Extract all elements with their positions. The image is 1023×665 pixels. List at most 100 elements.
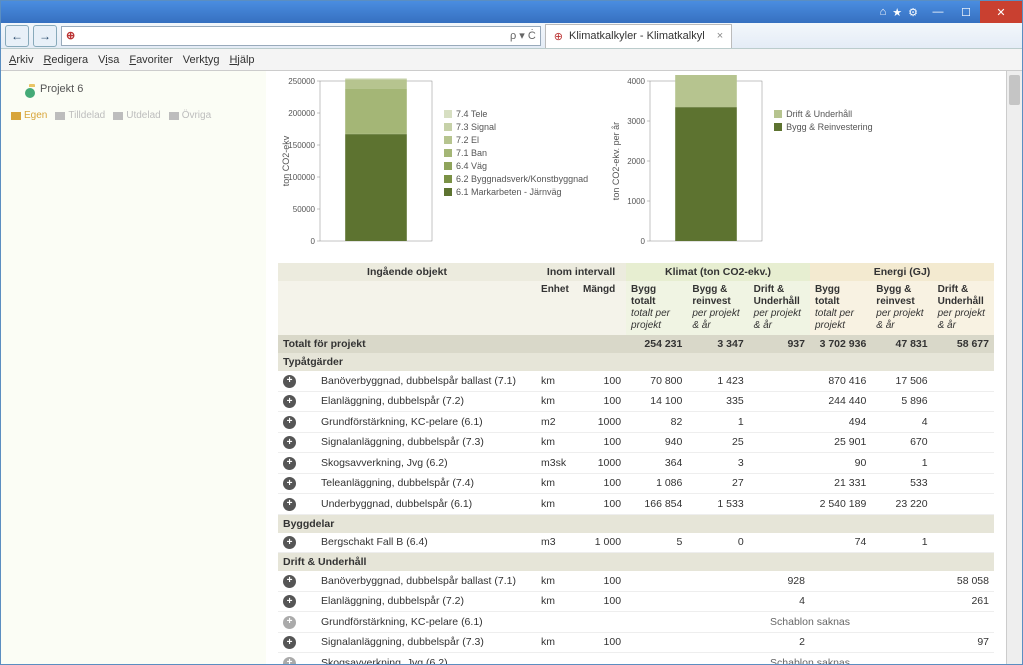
col-k2: Bygg & reinvestper projekt & år — [687, 281, 748, 335]
svg-text:200000: 200000 — [288, 109, 315, 118]
legend-item: 7.1 Ban — [444, 148, 588, 158]
chart-left: 050000100000150000200000250000ton CO2-ek… — [278, 75, 588, 255]
expand-icon[interactable]: + — [283, 477, 296, 490]
col-objekt: Ingående objekt — [278, 263, 536, 281]
col-e3: Drift & Underhållper projekt & år — [933, 281, 994, 335]
expand-icon[interactable]: + — [283, 457, 296, 470]
table-row[interactable]: +Elanläggning, dubbelspår (7.2)km1004261 — [278, 591, 994, 612]
scrollbar-thumb[interactable] — [1009, 75, 1020, 105]
col-e1: Bygg totalttotalt per projekt — [810, 281, 871, 335]
legend-item: Drift & Underhåll — [774, 109, 873, 119]
table-row[interactable]: +Elanläggning, dubbelspår (7.2)km10014 1… — [278, 391, 994, 412]
category-övriga[interactable]: Övriga — [169, 110, 211, 121]
svg-text:1000: 1000 — [627, 197, 645, 206]
table-row[interactable]: +Grundförstärkning, KC-pelare (6.1)m2100… — [278, 412, 994, 433]
address-bar[interactable]: ⊕ ρ ▾ Ċ — [61, 26, 541, 46]
svg-text:250000: 250000 — [288, 77, 315, 86]
expand-icon[interactable]: + — [283, 416, 296, 429]
status-badge-icon — [25, 88, 35, 98]
expand-icon[interactable]: + — [283, 375, 296, 388]
minimize-button[interactable]: — — [924, 1, 952, 23]
legend-item: 7.3 Signal — [444, 122, 588, 132]
svg-text:ton CO2-ekv: ton CO2-ekv — [281, 135, 291, 186]
col-enhet: Enhet — [536, 281, 578, 335]
expand-icon[interactable]: + — [283, 395, 296, 408]
chart-left-svg: 050000100000150000200000250000ton CO2-ek… — [278, 75, 438, 255]
col-energi: Energi (GJ) — [810, 263, 994, 281]
table-row[interactable]: +Signalanläggning, dubbelspår (7.3)km100… — [278, 632, 994, 653]
table-row[interactable]: +Banöverbyggnad, dubbelspår ballast (7.1… — [278, 571, 994, 591]
sidebar: Projekt 6 Egen Tilldelad Utdelad Övriga — [1, 71, 266, 664]
table-row[interactable]: +Bergschakt Fall B (6.4)m31 00050741 — [278, 533, 994, 553]
legend-item: Bygg & Reinvestering — [774, 122, 873, 132]
col-k3: Drift & Underhållper projekt & år — [749, 281, 810, 335]
favicon-icon: ⊕ — [66, 29, 75, 42]
chart-right-legend: Drift & Underhåll Bygg & Reinvestering — [774, 75, 873, 255]
menubar: Arkiv Redigera Visa Favoriter Verktyg Hj… — [1, 49, 1022, 71]
category-utdelad[interactable]: Utdelad — [113, 110, 160, 121]
home-icon[interactable]: ⌂ — [880, 6, 887, 18]
menu-verktyg[interactable]: Verktyg — [183, 54, 220, 66]
table-row[interactable]: +Signalanläggning, dubbelspår (7.3)km100… — [278, 432, 994, 453]
tab-close-icon[interactable]: × — [717, 30, 723, 42]
sidebar-categories: Egen Tilldelad Utdelad Övriga — [11, 104, 256, 127]
svg-text:3000: 3000 — [627, 117, 645, 126]
legend-item: 6.2 Byggnadsverk/Konstbyggnad — [444, 174, 588, 184]
expand-icon[interactable]: + — [283, 636, 296, 649]
legend-item: 6.1 Markarbeten - Järnväg — [444, 187, 588, 197]
vertical-scrollbar[interactable] — [1006, 71, 1022, 664]
svg-text:0: 0 — [641, 237, 646, 246]
expand-icon[interactable]: + — [283, 657, 296, 665]
expand-icon[interactable]: + — [283, 595, 296, 608]
expand-icon[interactable]: + — [283, 436, 296, 449]
star-icon[interactable]: ★ — [892, 6, 902, 19]
search-refresh-icon[interactable]: ρ ▾ Ċ — [510, 29, 536, 42]
table-row[interactable]: +Banöverbyggnad, dubbelspår ballast (7.1… — [278, 371, 994, 391]
forward-button[interactable]: → — [33, 25, 57, 47]
titlebar: ⌂ ★ ⚙ — ☐ ✕ — [1, 1, 1022, 23]
legend-item: 6.4 Väg — [444, 161, 588, 171]
project-label: Projekt 6 — [40, 83, 83, 95]
browser-navbar: ← → ⊕ ρ ▾ Ċ ⊕ Klimatkalkyler - Klimatkal… — [1, 23, 1022, 49]
back-button[interactable]: ← — [5, 25, 29, 47]
close-button[interactable]: ✕ — [980, 1, 1022, 23]
table-row[interactable]: +Skogsavverkning, Jvg (6.2)Schablon sakn… — [278, 653, 994, 665]
category-tilldelad[interactable]: Tilldelad — [55, 110, 105, 121]
menu-arkiv[interactable]: Arkiv — [9, 54, 33, 66]
svg-text:50000: 50000 — [293, 205, 316, 214]
menu-favoriter[interactable]: Favoriter — [129, 54, 172, 66]
expand-icon[interactable]: + — [283, 498, 296, 511]
table-row[interactable]: +Underbyggnad, dubbelspår (6.1)km100166 … — [278, 494, 994, 515]
browser-tab[interactable]: ⊕ Klimatkalkyler - Klimatkalkyl × — [545, 24, 732, 48]
maximize-button[interactable]: ☐ — [952, 1, 980, 23]
tab-favicon-icon: ⊕ — [554, 30, 563, 43]
menu-hjalp[interactable]: Hjälp — [229, 54, 254, 66]
menu-redigera[interactable]: Redigera — [43, 54, 88, 66]
table-row[interactable]: +Teleanläggning, dubbelspår (7.4)km1001 … — [278, 473, 994, 494]
svg-text:4000: 4000 — [627, 77, 645, 86]
col-e2: Bygg & reinvestper projekt & år — [871, 281, 932, 335]
table-row[interactable]: +Grundförstärkning, KC-pelare (6.1)Schab… — [278, 612, 994, 633]
category-egen[interactable]: Egen — [11, 110, 47, 121]
expand-icon[interactable]: + — [283, 616, 296, 629]
svg-text:0: 0 — [311, 237, 316, 246]
menu-visa[interactable]: Visa — [98, 54, 119, 66]
results-table: Ingående objekt Inom intervall Klimat (t… — [278, 263, 994, 664]
expand-icon[interactable]: + — [283, 575, 296, 588]
gear-icon[interactable]: ⚙ — [908, 6, 918, 19]
col-k1: Bygg totalttotalt per projekt — [626, 281, 687, 335]
svg-text:100000: 100000 — [288, 173, 315, 182]
row-total: Totalt för projekt254 2313 3479373 702 9… — [278, 335, 994, 353]
main-panel: 050000100000150000200000250000ton CO2-ek… — [266, 71, 1006, 664]
legend-item: 7.2 El — [444, 135, 588, 145]
expand-icon[interactable]: + — [283, 536, 296, 549]
app-window: ⌂ ★ ⚙ — ☐ ✕ ← → ⊕ ρ ▾ Ċ ⊕ Klimatkalkyler… — [0, 0, 1023, 665]
tab-title: Klimatkalkyler - Klimatkalkyl — [569, 30, 705, 42]
sidebar-project-item[interactable]: Projekt 6 — [11, 77, 256, 104]
section-header: Typåtgärder — [278, 353, 994, 371]
chart-left-legend: 7.4 Tele7.3 Signal7.2 El7.1 Ban6.4 Väg6.… — [444, 75, 588, 255]
chart-right: 01000200030004000ton CO2-ekv. per år Dri… — [608, 75, 873, 255]
col-klimat: Klimat (ton CO2-ekv.) — [626, 263, 810, 281]
table-row[interactable]: +Skogsavverkning, Jvg (6.2)m3sk100036439… — [278, 453, 994, 474]
section-header: Byggdelar — [278, 514, 994, 533]
